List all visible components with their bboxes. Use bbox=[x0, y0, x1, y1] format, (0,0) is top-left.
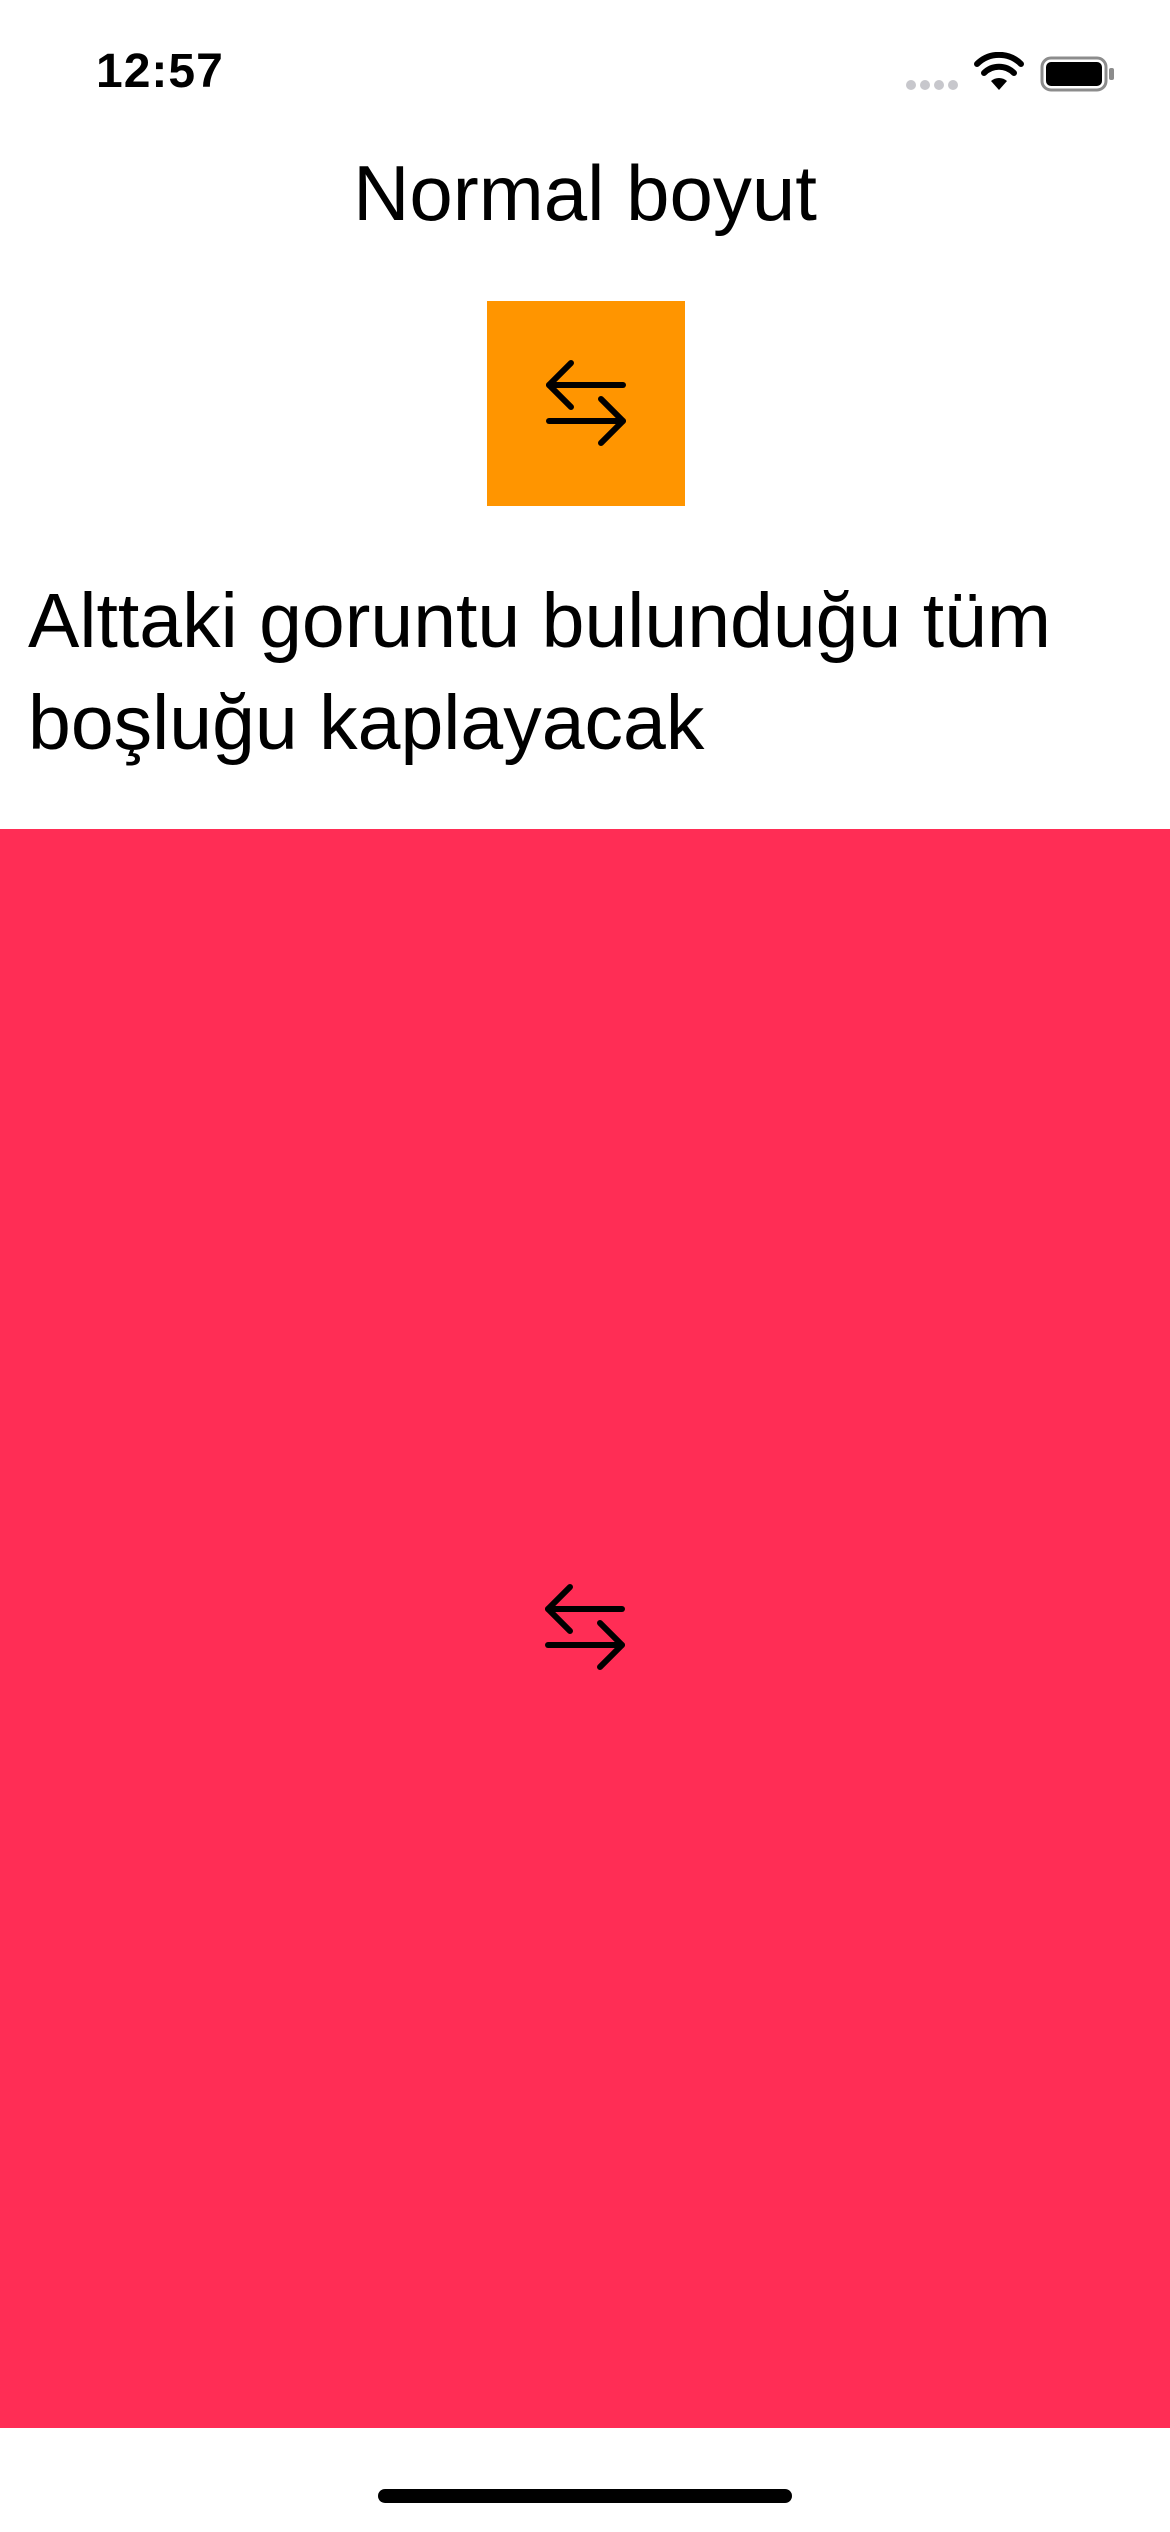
home-indicator[interactable] bbox=[378, 2489, 792, 2503]
status-time: 12:57 bbox=[96, 45, 224, 98]
small-image bbox=[487, 301, 685, 506]
status-bar: 12:57 bbox=[0, 0, 1170, 140]
page-title: Normal boyut bbox=[353, 149, 817, 237]
description-text: Alttaki goruntu bulunduğu tüm boşluğu ka… bbox=[28, 578, 1052, 766]
arrow-left-right-icon bbox=[545, 1584, 625, 1670]
wifi-icon bbox=[974, 52, 1024, 90]
cellular-signal-dots-icon bbox=[906, 80, 958, 90]
arrow-left-right-icon bbox=[546, 360, 626, 446]
screen: 12:57 Normal boyut Alttaki goruntu bulun… bbox=[0, 0, 1170, 2532]
fill-image bbox=[0, 829, 1170, 2428]
battery-full-icon bbox=[1040, 56, 1114, 92]
